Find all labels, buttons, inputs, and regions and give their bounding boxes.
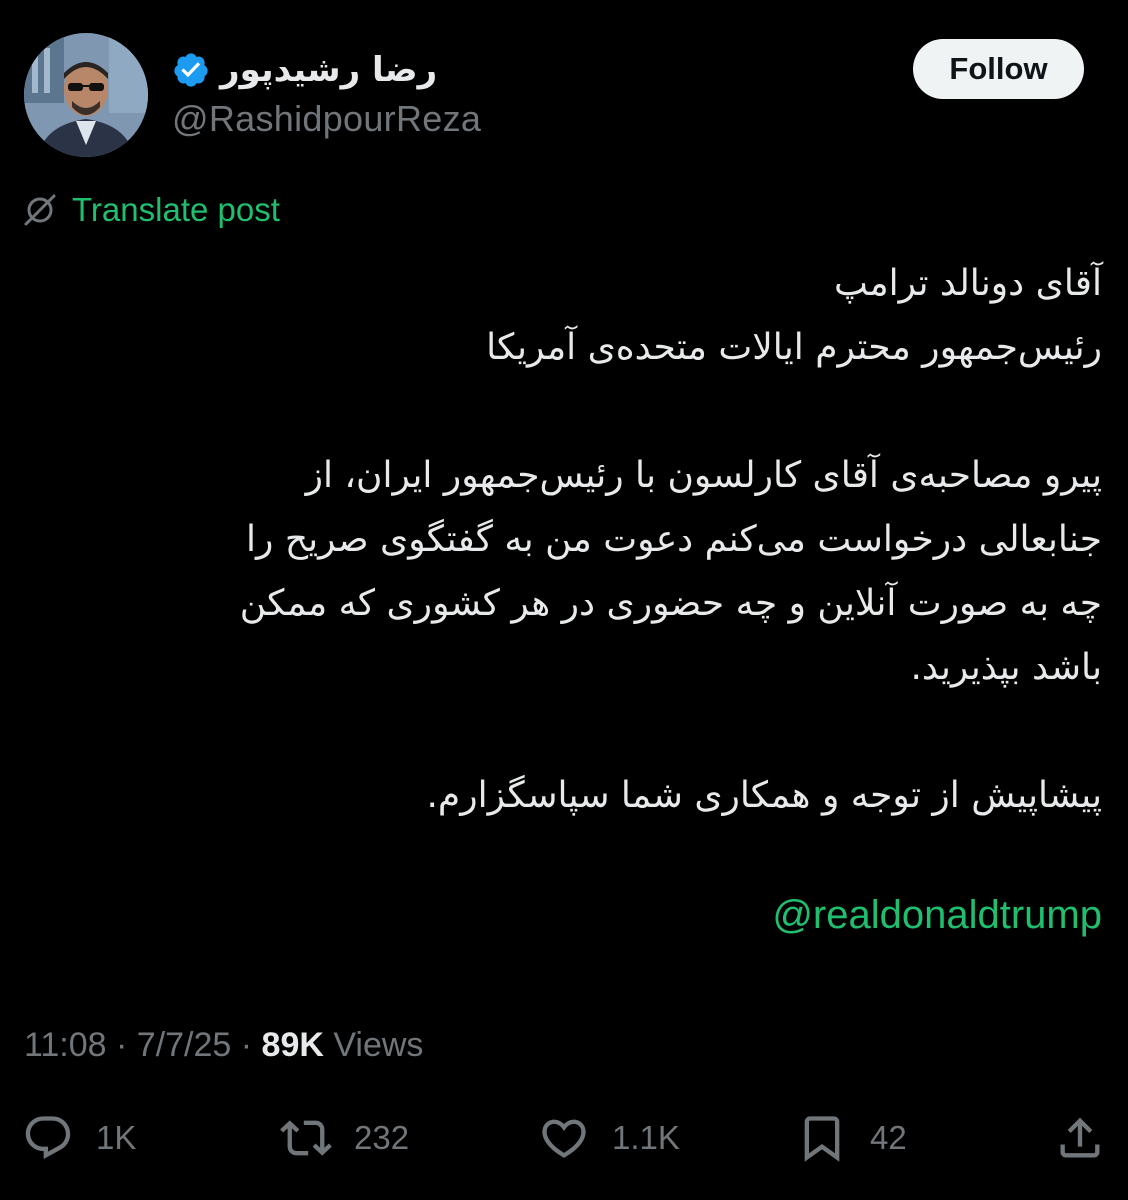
like-icon	[542, 1119, 586, 1158]
views-label: Views	[323, 1025, 424, 1064]
share-button[interactable]	[1054, 1108, 1106, 1168]
tweet-text: آقای دونالد ترامپ رئیس‌جمهور محترم ایالا…	[42, 252, 1102, 828]
author-display-name[interactable]: رضا رشیدپور	[220, 50, 437, 90]
tweet-line: پیرو مصاحبه‌ی آقای کارلسون با رئیس‌جمهور…	[305, 455, 1102, 496]
bookmark-count: 42	[870, 1119, 907, 1156]
views-count: 89K	[261, 1025, 324, 1064]
translate-post-row[interactable]: Translate post	[22, 191, 280, 229]
follow-button[interactable]: Follow	[913, 39, 1084, 99]
repost-icon	[280, 1120, 332, 1156]
like-button[interactable]: 1.1K	[538, 1108, 680, 1168]
author-name-row[interactable]: رضا رشیدپور	[172, 44, 437, 96]
author-handle[interactable]: @RashidpourReza	[172, 98, 481, 140]
meta-separator: ·	[231, 1025, 262, 1064]
reply-icon	[25, 1116, 71, 1160]
tweet-date[interactable]: 7/7/25	[137, 1026, 232, 1065]
tweet-line: چه به صورت آنلاین و چه حضوری در هر کشوری…	[239, 583, 1102, 624]
tweet-line: پیشاپیش از توجه و همکاری شما سپاسگزارم.	[426, 775, 1102, 816]
verified-badge-icon	[174, 53, 208, 87]
mention-link[interactable]: @realdonaldtrump	[772, 893, 1102, 938]
like-count: 1.1K	[612, 1119, 680, 1156]
tweet-line: جنابعالی درخواست می‌کنم دعوت من به گفتگو…	[246, 519, 1102, 560]
bookmark-button[interactable]: 42	[796, 1108, 907, 1168]
tweet-line: رئیس‌جمهور محترم ایالات متحده‌ی آمریکا	[486, 327, 1102, 368]
repost-button[interactable]: 232	[280, 1108, 409, 1168]
tweet-line: آقای دونالد ترامپ	[833, 263, 1102, 304]
reply-button[interactable]: 1K	[22, 1108, 136, 1168]
share-icon	[1060, 1117, 1100, 1158]
translate-post-link[interactable]: Translate post	[72, 191, 280, 229]
tweet-line: باشد بپذیرید.	[910, 647, 1102, 688]
bookmark-icon	[804, 1116, 840, 1162]
avatar[interactable]	[24, 33, 148, 157]
repost-count: 232	[354, 1119, 410, 1156]
avatar-image	[24, 33, 148, 157]
action-bar: 1K 232 1.1K 42	[0, 1108, 1128, 1168]
reply-count: 1K	[96, 1119, 137, 1156]
tweet-time[interactable]: 11:08	[24, 1026, 107, 1065]
tweet-meta: 11:08 · 7/7/25 · 89K Views	[24, 1022, 423, 1068]
meta-separator: ·	[106, 1025, 137, 1064]
translate-icon	[24, 194, 56, 226]
